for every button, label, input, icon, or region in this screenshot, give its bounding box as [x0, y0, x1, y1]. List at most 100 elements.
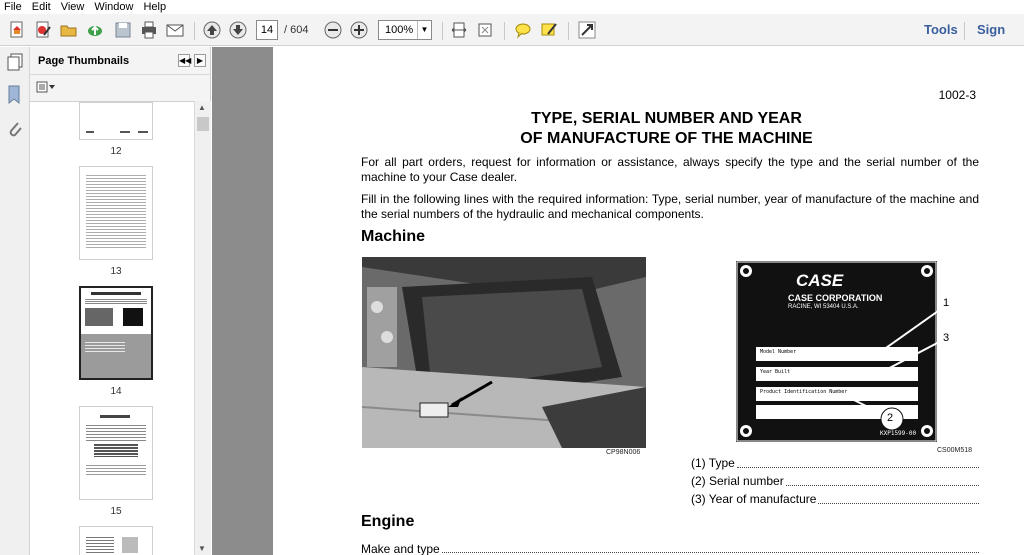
- field-type-row: (1) Type: [691, 454, 979, 472]
- arrow-down-icon: [229, 21, 247, 39]
- fit-page-button[interactable]: [450, 20, 468, 40]
- page-thumbnails-icon[interactable]: [6, 53, 24, 74]
- page-reference-number: 1002-3: [938, 88, 976, 102]
- thumbnail-page-13[interactable]: [79, 166, 153, 260]
- plate-corporation: CASE CORPORATION: [788, 293, 883, 303]
- create-pdf-button[interactable]: [8, 20, 26, 40]
- callout-2: 2: [887, 412, 894, 424]
- machine-photo: [362, 257, 646, 448]
- plate-pin-label: Product Identification Number: [760, 389, 848, 395]
- plate-address: RACINE, WI 53404 U.S.A.: [788, 304, 859, 310]
- bookmark-icon[interactable]: [7, 85, 23, 108]
- navigation-pane-strip: [0, 47, 30, 555]
- page-number-input[interactable]: 14: [256, 20, 278, 40]
- expand-button[interactable]: [578, 20, 596, 40]
- toolbar-divider: [194, 22, 195, 40]
- thumbnail-page-14[interactable]: [79, 286, 153, 380]
- thumbnail-options-button[interactable]: [36, 81, 56, 95]
- cloud-upload-icon: [88, 25, 102, 36]
- print-button[interactable]: [140, 20, 158, 40]
- toolbar: 14 / 604 100% ▼ Tools Sign: [0, 14, 1024, 46]
- scrollbar-thumb[interactable]: [197, 117, 209, 131]
- edit-pdf-icon: [36, 21, 51, 38]
- photo-caption: CP98N006: [606, 449, 641, 456]
- arrow-up-icon: [203, 21, 221, 39]
- chevron-down-icon: ▼: [417, 21, 431, 39]
- instructions-paragraph: Fill in the following lines with the req…: [361, 192, 979, 221]
- fit-width-icon: [478, 23, 492, 37]
- engine-heading: Engine: [361, 513, 415, 530]
- zoom-in-button[interactable]: [350, 20, 368, 40]
- plus-icon: [350, 21, 368, 39]
- expand-arrows-icon: [578, 21, 596, 39]
- toolbar-divider: [504, 22, 505, 40]
- fit-page-icon: [451, 22, 467, 38]
- toolbar-divider: [568, 22, 569, 40]
- previous-page-button[interactable]: [203, 20, 221, 40]
- page-title: TYPE, SERIAL NUMBER AND YEAR OF MANUFACT…: [273, 109, 1024, 149]
- thumbnail-label: 15: [110, 506, 122, 517]
- identification-plate: CASE CASE CORPORATION RACINE, WI 53404 U…: [736, 261, 949, 442]
- open-button[interactable]: [60, 20, 78, 40]
- collapse-left-icon[interactable]: ◀◀: [178, 54, 191, 67]
- menu-view[interactable]: View: [61, 0, 85, 14]
- minus-icon: [324, 21, 342, 39]
- menu-help[interactable]: Help: [143, 0, 166, 14]
- sign-button[interactable]: Sign: [977, 20, 1005, 40]
- thumbnails-scrollbar[interactable]: ▲ ▼: [194, 101, 211, 555]
- scroll-up-icon[interactable]: ▲: [198, 103, 206, 112]
- folder-open-icon: [60, 25, 77, 37]
- callout-1: 1: [943, 297, 950, 309]
- machine-heading: Machine: [361, 228, 426, 245]
- thumbnails-panel: Page Thumbnails ◀◀ ▶ 12 13 14 15 ▲ ▼: [30, 47, 211, 555]
- paperclip-icon[interactable]: [6, 119, 24, 142]
- title-line-1: TYPE, SERIAL NUMBER AND YEAR: [531, 110, 802, 127]
- menu-file[interactable]: File: [4, 0, 22, 14]
- thumbnail-page-12[interactable]: [79, 102, 153, 140]
- options-menu-icon: [36, 81, 55, 93]
- callout-3: 3: [943, 332, 950, 344]
- edit-pdf-button[interactable]: [34, 20, 52, 40]
- toolbar-divider: [964, 22, 965, 40]
- highlight-button[interactable]: [540, 20, 558, 40]
- document-view[interactable]: 1002-3 TYPE, SERIAL NUMBER AND YEAR OF M…: [212, 47, 1024, 555]
- thumbnail-label: 12: [110, 146, 122, 157]
- intro-paragraph: For all part orders, request for informa…: [361, 155, 979, 184]
- page-total: / 604: [284, 24, 309, 36]
- thumbnail-label: 14: [110, 386, 122, 397]
- email-button[interactable]: [166, 20, 184, 40]
- scroll-down-icon[interactable]: ▼: [198, 544, 206, 553]
- cloud-upload-button[interactable]: [86, 20, 104, 40]
- thumbnail-page-15[interactable]: [79, 406, 153, 500]
- identification-fields: (1) Type (2) Serial number (3) Year of m…: [691, 454, 979, 508]
- plate-model-label: Model Number: [760, 349, 797, 355]
- plate-year-label: Year Built: [760, 369, 791, 375]
- menu-bar: File Edit View Window Help: [0, 0, 1024, 14]
- comment-button[interactable]: [514, 20, 532, 40]
- field-year-row: (3) Year of manufacture: [691, 490, 979, 508]
- full-screen-button[interactable]: [476, 20, 494, 40]
- create-pdf-icon: [10, 21, 23, 38]
- save-disk-icon: [115, 22, 131, 38]
- thumbnail-label: 13: [110, 266, 122, 277]
- speech-bubble-icon: [515, 23, 531, 39]
- printer-icon: [142, 21, 156, 39]
- toolbar-divider: [442, 22, 443, 40]
- envelope-icon: [166, 24, 184, 37]
- make-type-row: Make and type: [361, 542, 979, 555]
- field-serial-label: (2) Serial number: [691, 474, 784, 488]
- highlighter-icon: [541, 23, 557, 36]
- collapse-right-icon[interactable]: ▶: [194, 54, 206, 67]
- menu-edit[interactable]: Edit: [32, 0, 51, 14]
- case-logo: CASE: [796, 271, 844, 290]
- menu-window[interactable]: Window: [94, 0, 133, 14]
- thumbnail-page-16[interactable]: [79, 526, 153, 555]
- tools-button[interactable]: Tools: [924, 20, 958, 40]
- zoom-select[interactable]: 100% ▼: [378, 20, 432, 40]
- field-type-label: (1) Type: [691, 456, 735, 470]
- plate-caption: CS00M518: [937, 447, 973, 454]
- zoom-out-button[interactable]: [324, 20, 342, 40]
- save-button[interactable]: [114, 20, 132, 40]
- plate-code: KXP1599-00: [880, 430, 917, 437]
- next-page-button[interactable]: [229, 20, 247, 40]
